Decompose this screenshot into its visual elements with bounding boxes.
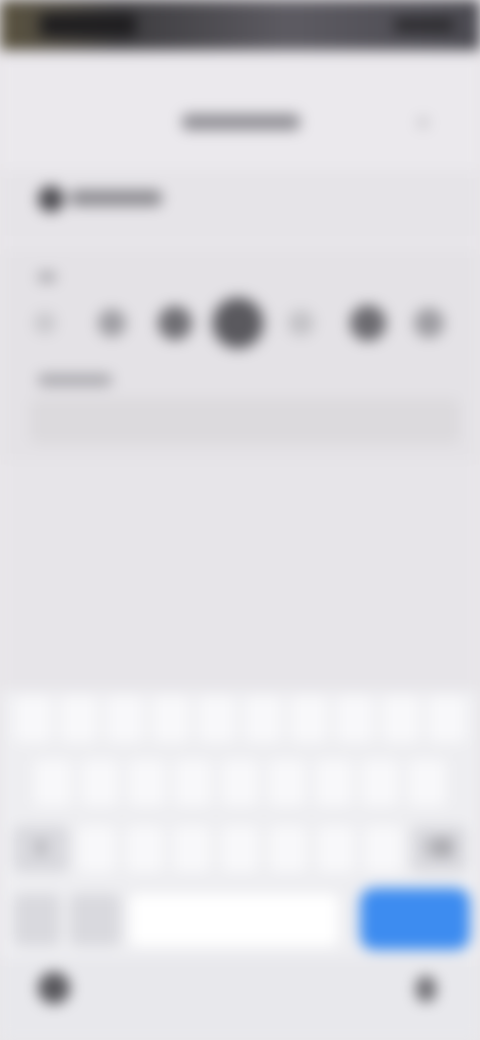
enter-key[interactable] xyxy=(360,888,470,950)
keyboard-row-2 xyxy=(34,760,446,806)
rating-label xyxy=(38,272,56,282)
key[interactable] xyxy=(60,696,98,742)
key[interactable] xyxy=(125,826,164,872)
shift-icon: ⇧ xyxy=(32,838,50,860)
key[interactable] xyxy=(34,760,72,806)
backspace-icon: ⌫ xyxy=(424,838,454,860)
close-icon: × xyxy=(416,110,430,135)
key[interactable] xyxy=(361,760,400,806)
rating-option-7[interactable] xyxy=(414,308,444,338)
key[interactable] xyxy=(408,760,446,806)
backspace-key[interactable]: ⌫ xyxy=(412,826,466,872)
key[interactable] xyxy=(336,696,374,742)
key[interactable] xyxy=(364,826,403,872)
rating-option-6[interactable] xyxy=(350,305,386,341)
status-bar xyxy=(0,0,480,50)
key[interactable] xyxy=(80,760,119,806)
key[interactable] xyxy=(244,696,282,742)
shift-key[interactable]: ⇧ xyxy=(14,826,68,872)
keyboard-row-4 xyxy=(14,888,470,950)
status-time xyxy=(40,14,136,36)
rating-option-2[interactable] xyxy=(98,309,126,337)
space-key[interactable] xyxy=(130,894,338,946)
rating-option-3[interactable] xyxy=(158,306,192,340)
key[interactable] xyxy=(221,760,259,806)
symbols-key[interactable] xyxy=(14,894,60,946)
mic-icon[interactable] xyxy=(416,976,436,1002)
key[interactable] xyxy=(268,826,307,872)
key[interactable] xyxy=(314,760,353,806)
key[interactable] xyxy=(316,826,355,872)
key[interactable] xyxy=(382,696,420,742)
app-name xyxy=(70,190,162,206)
key[interactable] xyxy=(428,696,466,742)
key[interactable] xyxy=(221,826,259,872)
key[interactable] xyxy=(77,826,116,872)
content-area xyxy=(0,460,480,690)
key[interactable] xyxy=(198,696,236,742)
comment-input[interactable] xyxy=(30,398,460,444)
key[interactable] xyxy=(174,760,213,806)
page-title xyxy=(182,114,300,130)
key[interactable] xyxy=(173,826,212,872)
key[interactable] xyxy=(152,696,190,742)
key[interactable] xyxy=(267,760,306,806)
emoji-key[interactable] xyxy=(70,894,120,946)
rating-option-4[interactable] xyxy=(214,299,262,347)
app-icon xyxy=(38,186,64,212)
key[interactable] xyxy=(14,696,52,742)
rating-option-1[interactable] xyxy=(34,312,56,334)
screen: × ⇧ ⌫ xyxy=(0,0,480,1040)
keyboard-bottom-bar xyxy=(0,958,480,1040)
status-icons xyxy=(394,18,454,32)
comment-label xyxy=(38,374,112,386)
keyboard-row-1 xyxy=(14,696,466,742)
keyboard-row-3: ⇧ ⌫ xyxy=(14,826,466,872)
rating-option-5[interactable] xyxy=(288,310,314,336)
key[interactable] xyxy=(290,696,328,742)
close-button[interactable]: × xyxy=(410,110,436,136)
globe-icon[interactable] xyxy=(38,972,70,1004)
key[interactable] xyxy=(106,696,144,742)
key[interactable] xyxy=(127,760,166,806)
